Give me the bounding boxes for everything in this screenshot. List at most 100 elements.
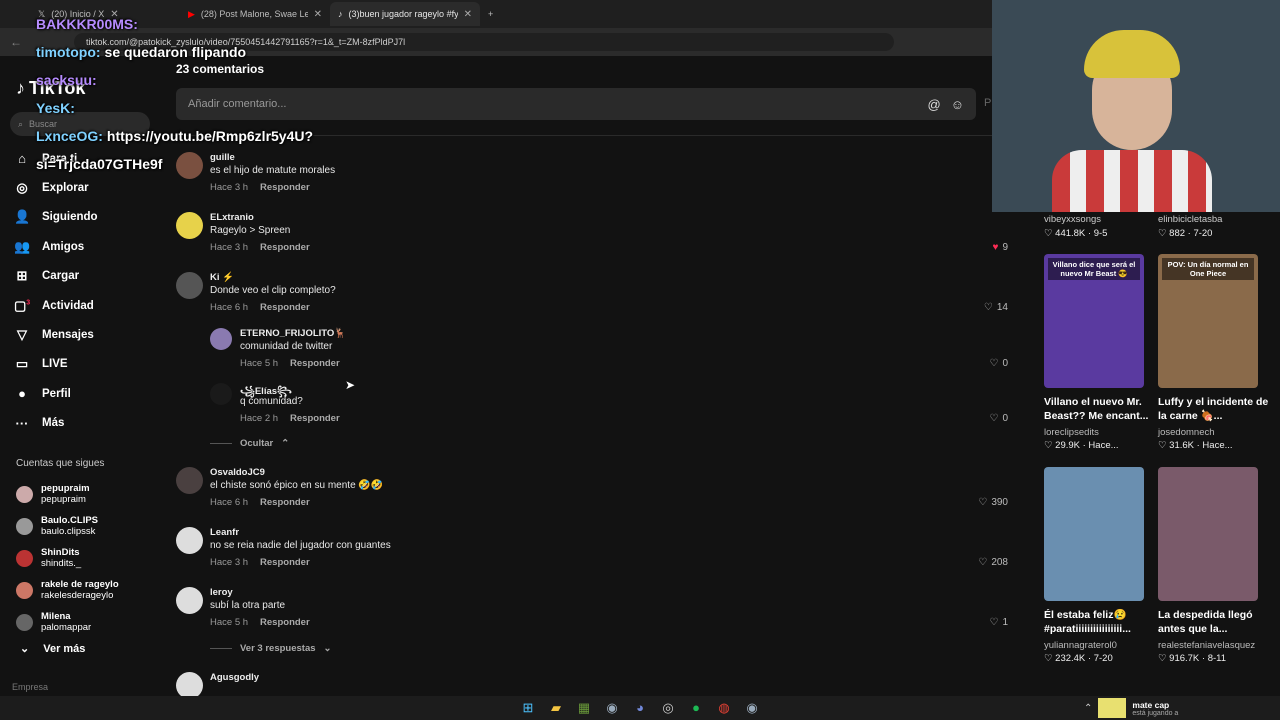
sidebar-item-cargar[interactable]: ⊞ Cargar — [14, 262, 154, 291]
reply-button[interactable]: Responder — [260, 182, 310, 193]
chat-message: sacksuu: — [36, 72, 97, 88]
mention-icon[interactable]: @ — [928, 97, 941, 112]
publish-button[interactable]: P — [984, 97, 991, 109]
avatar[interactable] — [176, 272, 203, 299]
video-stats: ♡ 29.9K · Hace... — [1044, 440, 1119, 451]
avatar[interactable] — [176, 672, 203, 699]
sidebar-item-actividad[interactable]: ▢3 Actividad — [14, 291, 154, 320]
chevron-up-icon[interactable]: ⌃ — [1084, 703, 1092, 714]
like-button[interactable]: ♡ 0 — [989, 358, 1008, 369]
comment-user[interactable]: leroy — [210, 587, 310, 600]
following-item[interactable]: pepupraim pepupraim — [16, 478, 156, 510]
chat-message: si=Trjcda07GTHe9f — [36, 156, 163, 172]
comment-text: el chiste sonó épico en su mente 🤣🤣 — [210, 480, 384, 491]
spotify-icon[interactable]: ● — [688, 700, 704, 716]
video-thumbnail[interactable]: Villano dice que será el nuevo Mr Beast … — [1044, 254, 1144, 388]
following-item[interactable]: Baulo.CLIPS baulo.clipssk — [16, 510, 156, 542]
video-author[interactable]: loreclipsedits — [1044, 427, 1099, 438]
reply-button[interactable]: Responder — [260, 617, 310, 628]
steam-icon[interactable]: ◉ — [604, 700, 620, 716]
new-tab-button[interactable]: + — [480, 2, 501, 26]
comment-user[interactable]: Ki ⚡ — [210, 272, 336, 285]
like-button[interactable]: ♡ 14 — [984, 302, 1008, 313]
more-icon: ··· — [15, 415, 29, 431]
video-thumbnail[interactable] — [1044, 467, 1144, 601]
video-author[interactable]: vibeyxxsongs — [1044, 214, 1101, 225]
hide-replies-button[interactable]: Ocultar ⌃ — [210, 438, 289, 449]
reply-button[interactable]: Responder — [260, 242, 310, 253]
comment-text: comunidad de twitter — [240, 341, 333, 352]
steam-icon[interactable]: ◉ — [744, 700, 760, 716]
sidebar-item-live[interactable]: ▭ LIVE — [14, 350, 154, 379]
reply-button[interactable]: Responder — [290, 413, 340, 424]
tab-tiktok[interactable]: ♪ (3)buen jugador rageylo #fyp ✕ — [330, 2, 480, 26]
like-button[interactable]: ♡ 208 — [978, 557, 1008, 568]
avatar[interactable] — [210, 328, 232, 350]
reply-button[interactable]: Responder — [260, 497, 310, 508]
video-author[interactable]: josedomnech — [1158, 427, 1215, 438]
stream-chat-overlay: BAKKKR00MS: timotopo: se quedaron flipand… — [36, 10, 313, 178]
folder-icon[interactable]: ▰ — [548, 700, 564, 716]
avatar[interactable] — [176, 212, 203, 239]
ver-mas-button[interactable]: ⌄ Ver más — [16, 642, 156, 656]
streamer-shirt — [1052, 150, 1212, 212]
avatar[interactable] — [176, 587, 203, 614]
close-icon[interactable]: ✕ — [314, 9, 322, 20]
heart-icon: ♡ — [1158, 440, 1170, 451]
video-caption[interactable]: La despedida llegó antes que la... — [1158, 608, 1270, 636]
sidebar-item-mas[interactable]: ··· Más — [14, 409, 154, 438]
view-replies-button[interactable]: Ver 3 respuestas ⌄ — [210, 643, 332, 654]
sidebar-item-perfil[interactable]: ● Perfil — [14, 379, 154, 408]
comment-user[interactable]: ELxtranio — [210, 212, 310, 225]
sidebar-item-siguiendo[interactable]: 👤 Siguiendo — [14, 203, 154, 232]
video-author[interactable]: yuliannagraterol0 — [1044, 640, 1117, 651]
avatar[interactable] — [210, 383, 232, 405]
like-button[interactable]: ♡ 1 — [989, 617, 1008, 628]
heart-icon: ♡ — [989, 358, 999, 369]
video-caption[interactable]: Él estaba feliz😢 #paratiiiiiiiiiiiiiiii.… — [1044, 608, 1156, 636]
upload-icon: ⊞ — [16, 268, 28, 284]
following-list: pepupraim pepupraim Baulo.CLIPS baulo.clip… — [16, 478, 156, 655]
video-caption[interactable]: Villano el nuevo Mr. Beast?? Me encant..… — [1044, 395, 1156, 423]
chrome-icon[interactable]: ◍ — [716, 700, 732, 716]
video-author[interactable]: realestefaniavelasquez — [1158, 640, 1255, 651]
close-icon[interactable]: ✕ — [464, 9, 472, 20]
comment-user[interactable]: OsvaldoJC9 — [210, 467, 383, 480]
heart-icon: ♡ — [1044, 228, 1056, 239]
heart-icon: ♡ — [1158, 653, 1170, 664]
video-thumbnail[interactable] — [1158, 467, 1258, 601]
avatar[interactable] — [176, 467, 203, 494]
video-caption[interactable]: Luffy y el incidente de la carne 🍖... — [1158, 395, 1270, 423]
chat-message: LxnceOG: https://youtu.be/Rmp6zlr5y4U? — [36, 128, 314, 144]
reply-button[interactable]: Responder — [260, 302, 310, 313]
avatar[interactable] — [176, 527, 203, 554]
comment-user[interactable]: Leanfr — [210, 527, 391, 540]
video-stats: ♡ 31.6K · Hace... — [1158, 440, 1233, 451]
reply-button[interactable]: Responder — [290, 358, 340, 369]
following-item[interactable]: Milena palomappar — [16, 606, 156, 638]
empresa-link[interactable]: Empresa — [12, 682, 48, 692]
comment-user[interactable]: ETERNO_FRIJOLITO🦌 — [240, 328, 346, 341]
reply-button[interactable]: Responder — [260, 557, 310, 568]
comment-text: Rageylo > Spreen — [210, 225, 291, 236]
divider — [210, 648, 232, 649]
video-author[interactable]: elinbicicletasba — [1158, 214, 1222, 225]
emoji-icon[interactable]: ☺ — [951, 97, 964, 112]
discord-icon[interactable]: ◕ — [632, 700, 648, 716]
chevron-down-icon: ⌄ — [323, 643, 332, 654]
video-thumbnail[interactable]: POV: Un día normal en One Piece — [1158, 254, 1258, 388]
like-button[interactable]: ♡ 390 — [978, 497, 1008, 508]
like-button[interactable]: ♡ 0 — [989, 413, 1008, 424]
sidebar-item-mensajes[interactable]: ▽ Mensajes — [14, 320, 154, 349]
minecraft-icon[interactable]: ▦ — [576, 700, 592, 716]
back-icon[interactable]: ← — [8, 35, 24, 49]
like-button[interactable]: ♥ 9 — [993, 242, 1009, 253]
sidebar-item-amigos[interactable]: 👥 Amigos — [14, 232, 154, 261]
comment-user[interactable]: ꧁Elías꧂ — [240, 383, 340, 397]
windows-start-icon[interactable]: ⊞ — [520, 700, 536, 716]
heart-icon: ♡ — [978, 557, 988, 568]
obs-icon[interactable]: ◎ — [660, 700, 676, 716]
following-item[interactable]: ShinDits shindits._ — [16, 542, 156, 574]
comment-user[interactable]: Agusgodly — [210, 672, 259, 685]
following-item[interactable]: rakele de rageylo rakelesderageylo — [16, 574, 156, 606]
